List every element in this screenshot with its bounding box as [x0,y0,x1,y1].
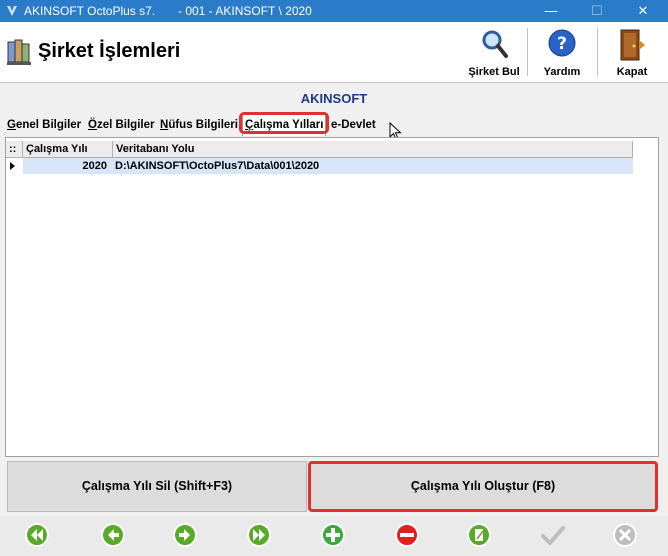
kapat-label: Kapat [616,66,648,78]
navigation-bar [0,516,668,556]
app-logo-icon [7,6,17,16]
title-bar: AKINSOFT OctoPlus s7. - 001 - AKINSOFT \… [0,0,668,22]
app-title: AKINSOFT OctoPlus s7. [24,4,156,18]
add-record-icon[interactable] [320,522,346,548]
delete-record-icon[interactable] [394,522,420,548]
exit-door-icon [620,29,645,61]
tab-genel-bilgiler[interactable]: Genel Bilgiler [5,115,83,135]
create-work-year-button[interactable]: Çalışma Yılı Oluştur (F8) [308,461,658,512]
toolbar-separator [527,28,528,76]
table-row[interactable]: 2020 D:\AKINSOFT\OctoPlus7\Data\001\2020 [6,158,633,174]
column-header-calisma-yili[interactable]: Çalışma Yılı [23,141,113,157]
tab-strip: Genel Bilgiler Özel Bilgiler Nüfus Bilgi… [0,113,668,136]
column-header-veritabani-yolu[interactable]: Veritabanı Yolu [113,141,633,157]
delete-work-year-button[interactable]: Çalışma Yılı Sil (Shift+F3) [7,461,307,512]
tab-e-devlet[interactable]: e-Devlet [329,115,378,135]
edit-record-icon[interactable] [466,522,492,548]
work-years-grid[interactable]: :: Çalışma Yılı Veritabanı Yolu 2020 D:\… [5,137,659,457]
company-books-icon [7,39,31,65]
page-title: Şirket İşlemleri [38,40,181,62]
indicator-column-header: :: [6,141,23,157]
help-icon: ? [548,29,576,57]
cancel-icon[interactable] [612,522,638,548]
svg-text:?: ? [557,34,567,54]
tab-nufus-bilgileri[interactable]: Nüfus Bilgileri [158,115,240,135]
yardim-button[interactable]: ? Yardım [532,26,592,80]
sirket-bul-label: Şirket Bul [468,66,520,78]
toolbar-separator [597,28,598,76]
close-window-button[interactable]: ✕ [620,0,666,22]
minimize-button[interactable]: — [528,0,574,22]
first-record-icon[interactable] [24,522,50,548]
yardim-label: Yardım [543,66,581,78]
maximize-button[interactable]: ☐ [574,0,620,22]
grid-header: :: Çalışma Yılı Veritabanı Yolu [6,141,633,158]
vertical-scrollbar[interactable] [644,138,658,456]
active-tab-highlight [239,112,329,134]
next-record-icon[interactable] [172,522,198,548]
form-header: Şirket İşlemleri Şirket Bul ? Yardım Kap… [0,22,668,83]
document-title: - 001 - AKINSOFT \ 2020 [178,4,312,18]
tab-ozel-bilgiler[interactable]: Özel Bilgiler [86,115,156,135]
kapat-button[interactable]: Kapat [602,26,662,80]
confirm-icon[interactable] [540,522,566,548]
cell-year: 2020 [82,160,107,172]
last-record-icon[interactable] [246,522,272,548]
sirket-bul-button[interactable]: Şirket Bul [464,26,524,80]
magnifier-icon [482,30,508,58]
cell-path: D:\AKINSOFT\OctoPlus7\Data\001\2020 [115,160,320,172]
company-name: AKINSOFT [300,91,368,106]
previous-record-icon[interactable] [100,522,126,548]
